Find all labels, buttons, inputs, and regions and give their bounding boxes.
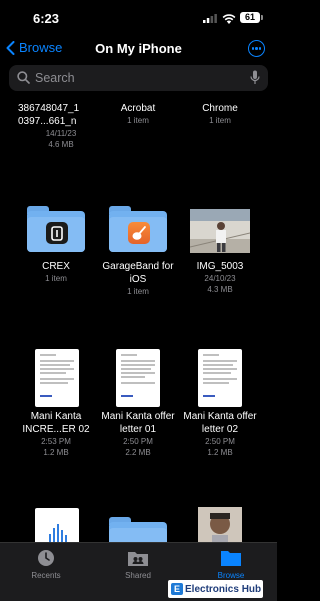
watermark-icon: E [171, 583, 183, 595]
photo-thumbnail[interactable] [198, 507, 242, 542]
file-date: 2:50 PM [123, 437, 153, 446]
document-thumbnail [116, 349, 160, 407]
wifi-icon [222, 14, 236, 24]
status-time: 6:23 [33, 11, 60, 26]
tab-recents[interactable]: Recents [11, 549, 81, 580]
file-name: Mani Kanta offer letter 01 [101, 411, 175, 435]
guitar-icon [128, 222, 150, 244]
file-size: 4.6 MB [48, 140, 74, 149]
shared-folder-icon [128, 552, 148, 566]
crex-app-icon [46, 222, 68, 244]
file-grid: 386748047_1 0397...661_n 14/11/23 4.6 MB… [0, 92, 277, 542]
status-bar: 6:23 61 [0, 0, 277, 34]
file-date: 14/11/23 [45, 129, 77, 138]
file-name: Mani Kanta offer letter 02 [183, 411, 257, 435]
watermark-logo: E Electronics Hub [168, 580, 263, 598]
file-item[interactable]: 386748047_1 0397...661_n 14/11/23 4.6 MB [18, 102, 104, 150]
microphone-icon[interactable] [250, 70, 260, 85]
file-name: IMG_5003 [196, 261, 244, 272]
folder-icon [221, 551, 241, 566]
file-size: 2.2 MB [125, 448, 151, 457]
tab-label: Browse [217, 571, 245, 580]
navigation-bar: Browse On My iPhone [0, 36, 277, 62]
folder-name: Acrobat [120, 103, 156, 114]
file-date: 2:50 PM [205, 437, 235, 446]
image-thumbnail [190, 209, 250, 253]
cellular-signal-icon [203, 14, 217, 23]
watermark-text: Electronics Hub [185, 583, 262, 595]
file-date: 2:53 PM [41, 437, 71, 446]
folder-item[interactable]: Acrobat 1 item [95, 102, 181, 126]
more-options-button[interactable] [248, 40, 265, 57]
folder-name: Chrome [202, 103, 238, 114]
folder-icon [109, 206, 167, 252]
file-name: Mani Kanta INCRE...ER 02 [22, 411, 90, 435]
search-icon [17, 71, 30, 84]
folder-icon[interactable] [109, 517, 167, 542]
folder-info: 1 item [209, 116, 231, 125]
file-size: 4.3 MB [207, 285, 233, 294]
tab-shared[interactable]: Shared [103, 549, 173, 580]
search-field[interactable]: Search [9, 65, 268, 91]
tab-label: Recents [31, 571, 61, 580]
search-placeholder: Search [35, 71, 75, 85]
file-size: 1.2 MB [43, 448, 69, 457]
document-thumbnail [198, 349, 242, 407]
waveform-icon [49, 524, 67, 542]
file-date: 24/10/23 [204, 274, 236, 283]
folder-info: 1 item [45, 274, 67, 283]
tab-browse[interactable]: Browse [196, 549, 266, 580]
folder-info: 1 item [127, 287, 149, 296]
file-name: 386748047_1 0397...661_n [18, 103, 80, 127]
audio-file-thumbnail[interactable] [35, 508, 79, 542]
folder-name: CREX [42, 261, 70, 272]
page-title: On My iPhone [95, 41, 182, 56]
folder-info: 1 item [127, 116, 149, 125]
battery-level: 61 [240, 12, 263, 23]
folder-icon [27, 206, 85, 252]
folder-name: GarageBand for iOS [102, 261, 174, 285]
folder-item[interactable]: Chrome 1 item [177, 102, 263, 126]
tab-label: Shared [125, 571, 151, 580]
file-size: 1.2 MB [207, 448, 233, 457]
clock-icon [38, 550, 54, 566]
document-thumbnail [35, 349, 79, 407]
